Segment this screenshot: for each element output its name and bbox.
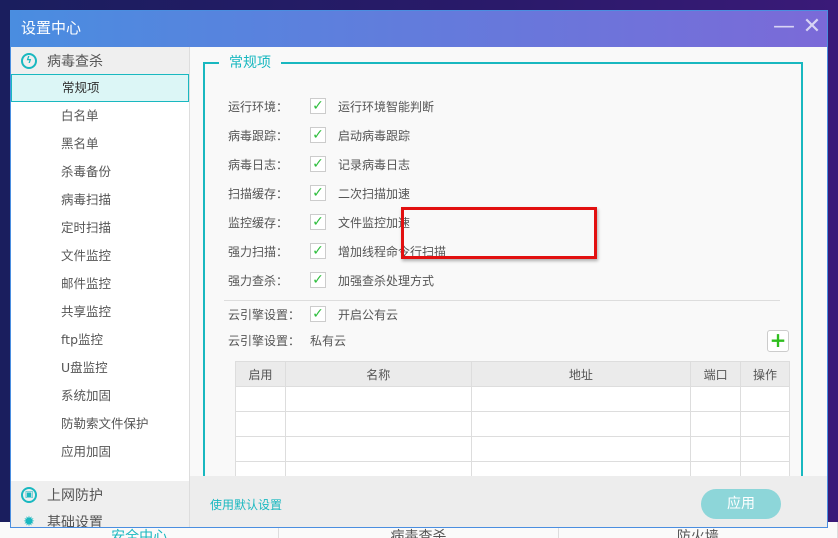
group-title: 常规项 [219, 54, 281, 72]
minimize-icon[interactable]: — [769, 11, 799, 45]
highlight-box [401, 207, 597, 259]
table-row [235, 436, 790, 462]
sidebar-item[interactable]: ftp监控 [11, 326, 189, 354]
col-enable: 启用 [235, 361, 286, 387]
col-address: 地址 [470, 361, 692, 387]
category-label: 病毒查杀 [47, 53, 103, 70]
setting-checkbox[interactable]: ✓ [310, 98, 326, 114]
footer: 使用默认设置 应用 [190, 476, 827, 527]
table-cell [690, 436, 742, 462]
table-cell [690, 411, 742, 437]
row-text: 私有云 [310, 333, 347, 348]
setting-row: 病毒日志： ✓ 记录病毒日志 [228, 154, 410, 174]
col-name: 名称 [284, 361, 472, 387]
setting-row: 扫描缓存： ✓ 二次扫描加速 [228, 183, 410, 203]
category-label: 基础设置 [47, 514, 103, 528]
title-bar[interactable]: 设置中心 — ✕ [11, 11, 827, 47]
row-text: 文件监控加速 [338, 215, 411, 230]
table-cell [740, 411, 790, 437]
table-row [235, 386, 790, 412]
sidebar-item[interactable]: 杀毒备份 [11, 158, 189, 186]
row-text: 记录病毒日志 [338, 157, 411, 172]
setting-row: 强力查杀： ✓ 加强查杀处理方式 [228, 270, 434, 290]
table-cell [470, 436, 692, 462]
settings-window: 设置中心 — ✕ ϟ 病毒查杀 常规项 白名单 黑名单 杀毒备份 病毒扫描 定时扫描 文件监控… [10, 10, 828, 528]
window-title: 设置中心 [21, 19, 82, 37]
table-cell [284, 386, 472, 412]
sidebar-item[interactable]: 常规项 [11, 74, 189, 102]
table-cell [235, 386, 286, 412]
sidebar-item[interactable]: U盘监控 [11, 354, 189, 382]
row-label: 强力扫描： [228, 244, 289, 259]
content-panel: 常规项 运行环境： ✓ 运行环境智能判断病毒跟踪： ✓ 启动病毒跟踪病毒日志： ✓ 记录病毒… [190, 47, 827, 492]
gear-icon: ✹ [23, 513, 35, 528]
row-text: 启动病毒跟踪 [338, 128, 411, 143]
table-row [235, 411, 790, 437]
private-cloud-table: 启用 名称 地址 端口 操作 [235, 361, 790, 487]
sidebar-item[interactable]: 应用加固 [11, 438, 189, 466]
sidebar-item[interactable]: 共享监控 [11, 298, 189, 326]
row-label: 监控缓存： [228, 215, 289, 230]
close-icon[interactable]: ✕ [797, 11, 827, 45]
sidebar-item[interactable]: 邮件监控 [11, 270, 189, 298]
row-label: 运行环境： [228, 99, 289, 114]
apply-button[interactable]: 应用 [701, 489, 781, 519]
table-cell [284, 436, 472, 462]
private-cloud-row: 云引擎设置： 私有云 [228, 330, 346, 350]
setting-row: 监控缓存： ✓ 文件监控加速 [228, 212, 410, 232]
row-label: 病毒跟踪： [228, 128, 289, 143]
divider [224, 300, 780, 301]
web-protection-icon: ▣ [21, 486, 37, 503]
add-private-cloud-button[interactable]: + [767, 330, 789, 352]
sidebar-item[interactable]: 系统加固 [11, 382, 189, 410]
category-label: 上网防护 [47, 487, 103, 504]
sidebar-item[interactable]: 黑名单 [11, 130, 189, 158]
sidebar-item[interactable]: 病毒扫描 [11, 186, 189, 214]
sidebar: ϟ 病毒查杀 常规项 白名单 黑名单 杀毒备份 病毒扫描 定时扫描 文件监控 邮件监控 共享监控 f… [11, 47, 190, 528]
table-cell [235, 411, 286, 437]
setting-checkbox[interactable]: ✓ [310, 214, 326, 230]
row-label: 病毒日志： [228, 157, 289, 172]
sidebar-category-web[interactable]: ▣ 上网防护 [11, 481, 189, 508]
row-text: 加强查杀处理方式 [338, 273, 435, 288]
setting-row: 运行环境： ✓ 运行环境智能判断 [228, 96, 434, 116]
row-label: 强力查杀： [228, 273, 289, 288]
sidebar-item[interactable]: 定时扫描 [11, 214, 189, 242]
setting-checkbox[interactable]: ✓ [310, 243, 326, 259]
col-action: 操作 [740, 361, 790, 387]
row-label: 扫描缓存： [228, 186, 289, 201]
public-cloud-checkbox[interactable]: ✓ [310, 306, 326, 322]
row-text: 开启公有云 [338, 307, 399, 322]
table-cell [470, 386, 692, 412]
table-cell [284, 411, 472, 437]
row-label: 云引擎设置： [228, 307, 301, 322]
sidebar-item[interactable]: 文件监控 [11, 242, 189, 270]
table-cell [690, 386, 742, 412]
setting-checkbox[interactable]: ✓ [310, 185, 326, 201]
sidebar-item[interactable]: 防勒索文件保护 [11, 410, 189, 438]
setting-checkbox[interactable]: ✓ [310, 156, 326, 172]
row-text: 运行环境智能判断 [338, 99, 435, 114]
row-label: 云引擎设置： [228, 333, 301, 348]
row-text: 二次扫描加速 [338, 186, 411, 201]
sidebar-category-virus[interactable]: ϟ 病毒查杀 [11, 47, 189, 74]
virus-scan-icon: ϟ [21, 52, 37, 69]
table-cell [470, 411, 692, 437]
setting-checkbox[interactable]: ✓ [310, 272, 326, 288]
sidebar-item[interactable]: 白名单 [11, 102, 189, 130]
table-cell [740, 436, 790, 462]
col-port: 端口 [690, 361, 742, 387]
use-default-settings-link[interactable]: 使用默认设置 [210, 496, 282, 513]
setting-checkbox[interactable]: ✓ [310, 127, 326, 143]
table-cell [740, 386, 790, 412]
public-cloud-row: 云引擎设置： ✓ 开启公有云 [228, 304, 398, 324]
sidebar-category-basic[interactable]: ✹ 基础设置 [11, 508, 189, 528]
table-cell [235, 436, 286, 462]
setting-row: 病毒跟踪： ✓ 启动病毒跟踪 [228, 125, 410, 145]
